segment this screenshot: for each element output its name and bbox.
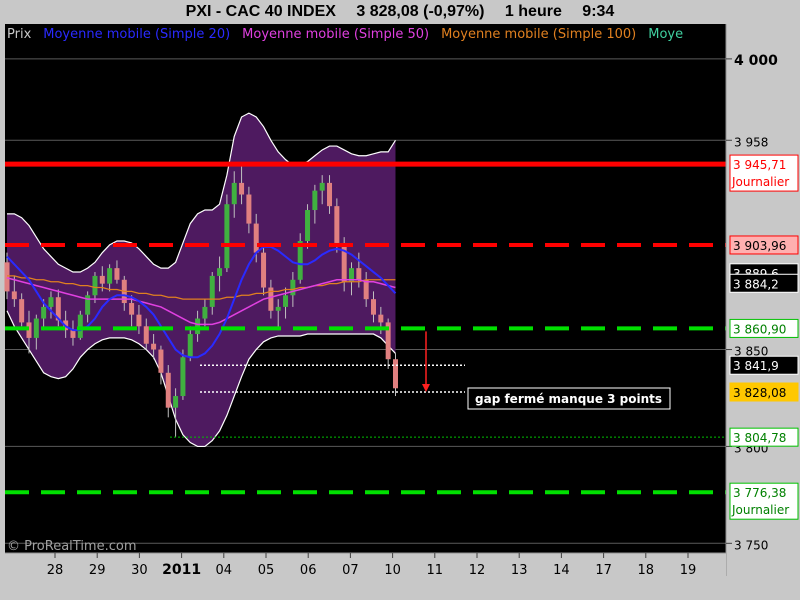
candle-body xyxy=(4,262,10,292)
candle-body xyxy=(99,275,105,284)
y-tick-label: 4 000 xyxy=(734,53,778,69)
candle-body xyxy=(70,330,76,338)
legend: Prix Moyenne mobile (Simple 20) Moyenne mo… xyxy=(7,27,683,42)
candle-body xyxy=(312,190,318,211)
candle-body xyxy=(305,210,311,242)
candle-body xyxy=(165,372,171,408)
candle-body xyxy=(129,303,135,315)
x-tick-label: 14 xyxy=(553,563,570,578)
candle-body xyxy=(327,182,333,207)
x-axis-area xyxy=(0,553,726,600)
x-tick-label: 06 xyxy=(300,563,317,578)
candle-body xyxy=(334,206,340,243)
x-tick-label: 30 xyxy=(131,563,148,578)
candle-body xyxy=(261,252,267,288)
candle-body xyxy=(319,182,325,191)
candle-body xyxy=(136,314,142,327)
x-tick-label: 11 xyxy=(427,563,444,578)
x-tick-label: 18 xyxy=(638,563,655,578)
price-tag: 3 776,38 Journalier xyxy=(729,482,799,520)
x-tick-label: 17 xyxy=(595,563,612,578)
candle-body xyxy=(239,182,245,195)
price-tag: 3 860,90 xyxy=(729,318,799,338)
candle-body xyxy=(41,306,47,319)
candle-body xyxy=(143,326,149,344)
price-tag: 3 841,9 xyxy=(729,355,799,375)
legend-item: Moyenne mobile (Simple 100) xyxy=(441,27,636,42)
candle-body xyxy=(363,279,369,300)
x-tick-label: 04 xyxy=(216,563,233,578)
x-tick-label: 12 xyxy=(469,563,486,578)
candle-body xyxy=(114,268,120,280)
price-tag-value: 3 945,71 xyxy=(733,158,786,172)
candle-body xyxy=(371,299,376,315)
candle-body xyxy=(209,275,215,307)
candle-body xyxy=(275,306,281,311)
price-tag-value: 3 860,90 xyxy=(733,322,786,336)
price-tag: 3 945,71 Journalier xyxy=(729,154,799,192)
candle-body xyxy=(173,396,179,408)
price-tag-sublabel: Journalier xyxy=(731,175,789,189)
chart-window: PXI - CAC 40 INDEX 3 828,08 (-0,97%) 1 h… xyxy=(0,0,800,600)
price-tag: 3 884,2 xyxy=(729,273,799,293)
price-tag-value: 3 841,9 xyxy=(733,359,779,373)
candle-body xyxy=(77,314,83,338)
candle-body xyxy=(158,349,164,373)
x-tick-label: 19 xyxy=(680,563,697,578)
legend-item: Prix xyxy=(7,27,32,42)
x-tick-label: 28 xyxy=(47,563,64,578)
x-tick-label: 2011 xyxy=(162,562,201,578)
candle-body xyxy=(33,318,39,338)
x-tick-label: 05 xyxy=(258,563,275,578)
candle-body xyxy=(253,223,259,253)
price-tag-value: 3 828,08 xyxy=(733,386,786,400)
x-tick-label: 13 xyxy=(511,563,528,578)
legend-item: Moyenne mobile (Simple 50) xyxy=(242,27,429,42)
annotation: gap fermé manque 3 points xyxy=(467,387,671,410)
price-chart[interactable]: gap fermé manque 3 points4 0003 9583 850… xyxy=(0,0,800,600)
candle-body xyxy=(378,314,384,323)
candle-body xyxy=(341,242,347,282)
candle-body xyxy=(48,297,54,307)
candle-body xyxy=(392,359,398,389)
candle-body xyxy=(19,299,25,323)
candle-body xyxy=(195,318,201,335)
y-tick-label: 3 750 xyxy=(734,538,768,552)
watermark: © ProRealTime.com xyxy=(7,539,137,554)
x-tick-label: 07 xyxy=(342,563,359,578)
candle-body xyxy=(217,268,223,276)
candle-body xyxy=(231,182,237,205)
candle-body xyxy=(290,279,296,296)
price-tag-value: 3 776,38 xyxy=(733,486,786,500)
x-tick-label: 29 xyxy=(89,563,106,578)
candle-body xyxy=(356,268,362,280)
price-tag: 3 903,96 xyxy=(729,235,799,255)
price-tag-sublabel: Journalier xyxy=(731,503,789,517)
price-tag-value: 3 884,2 xyxy=(733,277,779,291)
candle-body xyxy=(187,334,193,358)
candle-body xyxy=(151,343,157,350)
price-tag-value: 3 903,96 xyxy=(733,239,786,253)
candle-body xyxy=(246,194,252,224)
y-tick-label: 3 958 xyxy=(734,135,768,149)
legend-item: Moyenne mobile (Simple 20) xyxy=(43,27,230,42)
candle-body xyxy=(180,357,186,397)
price-tag: 3 804,78 xyxy=(729,427,799,447)
candle-body xyxy=(107,268,113,284)
price-tag: 3 828,08 xyxy=(729,382,799,402)
x-tick-label: 10 xyxy=(384,563,401,578)
annotation-text: gap fermé manque 3 points xyxy=(475,392,662,406)
candle-body xyxy=(283,295,289,307)
candle-body xyxy=(92,275,98,296)
price-tag-value: 3 804,78 xyxy=(733,431,786,445)
candle-body xyxy=(11,291,17,300)
candle-body xyxy=(224,204,230,269)
candle-body xyxy=(202,306,208,319)
legend-item: Moye xyxy=(648,27,683,42)
